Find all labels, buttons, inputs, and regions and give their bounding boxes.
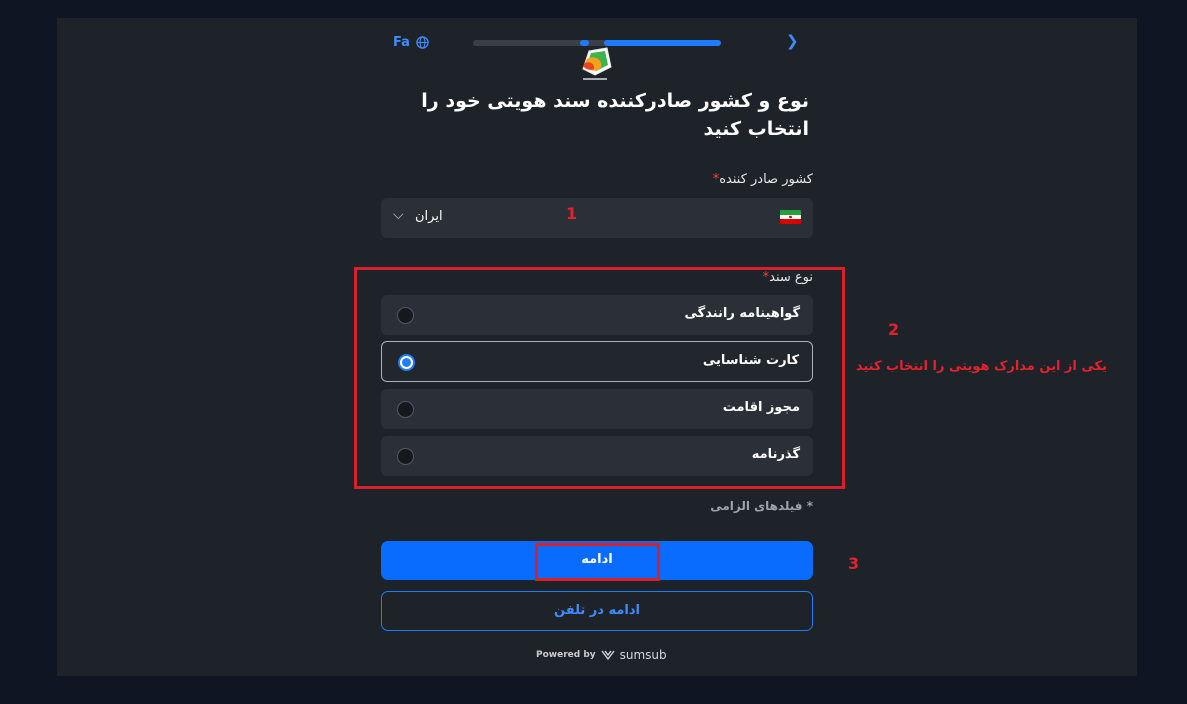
annotation-hint: یکی از این مدارک هویتی را انتخاب کنید <box>855 359 1107 374</box>
annotation-step-1: 1 <box>566 204 578 223</box>
language-switcher[interactable]: Fa <box>393 35 429 50</box>
iran-flag-icon <box>780 210 801 224</box>
language-code: Fa <box>393 35 410 50</box>
annotation-box-continue <box>535 543 660 581</box>
country-select[interactable]: ایران ⌵ <box>381 198 813 238</box>
continue-on-phone-button[interactable]: ادامه در تلفن <box>381 591 813 631</box>
chevron-down-icon: ⌵ <box>393 207 404 223</box>
globe-icon <box>416 36 429 49</box>
sumsub-logo-icon <box>601 650 615 661</box>
page-title: نوع و کشور صادرکننده سند هویتی خود را ان… <box>421 90 809 140</box>
continue-on-phone-label: ادامه در تلفن <box>554 603 640 618</box>
powered-by-text: Powered by <box>536 650 596 660</box>
brand-logo <box>582 47 612 80</box>
annotation-box-document-options <box>354 267 845 489</box>
required-fields-note: * فیلدهای الزامی <box>710 499 813 513</box>
powered-by-footer[interactable]: Powered by sumsub <box>536 648 667 662</box>
chevron-right-icon[interactable]: ❯ <box>786 32 799 50</box>
country-value: ایران <box>415 209 443 224</box>
brand-name: sumsub <box>619 648 667 662</box>
annotation-step-3: 3 <box>848 554 860 573</box>
annotation-step-2: 2 <box>888 320 900 339</box>
progress-fill <box>604 40 721 46</box>
country-label: کشور صادر کننده* <box>712 172 813 187</box>
